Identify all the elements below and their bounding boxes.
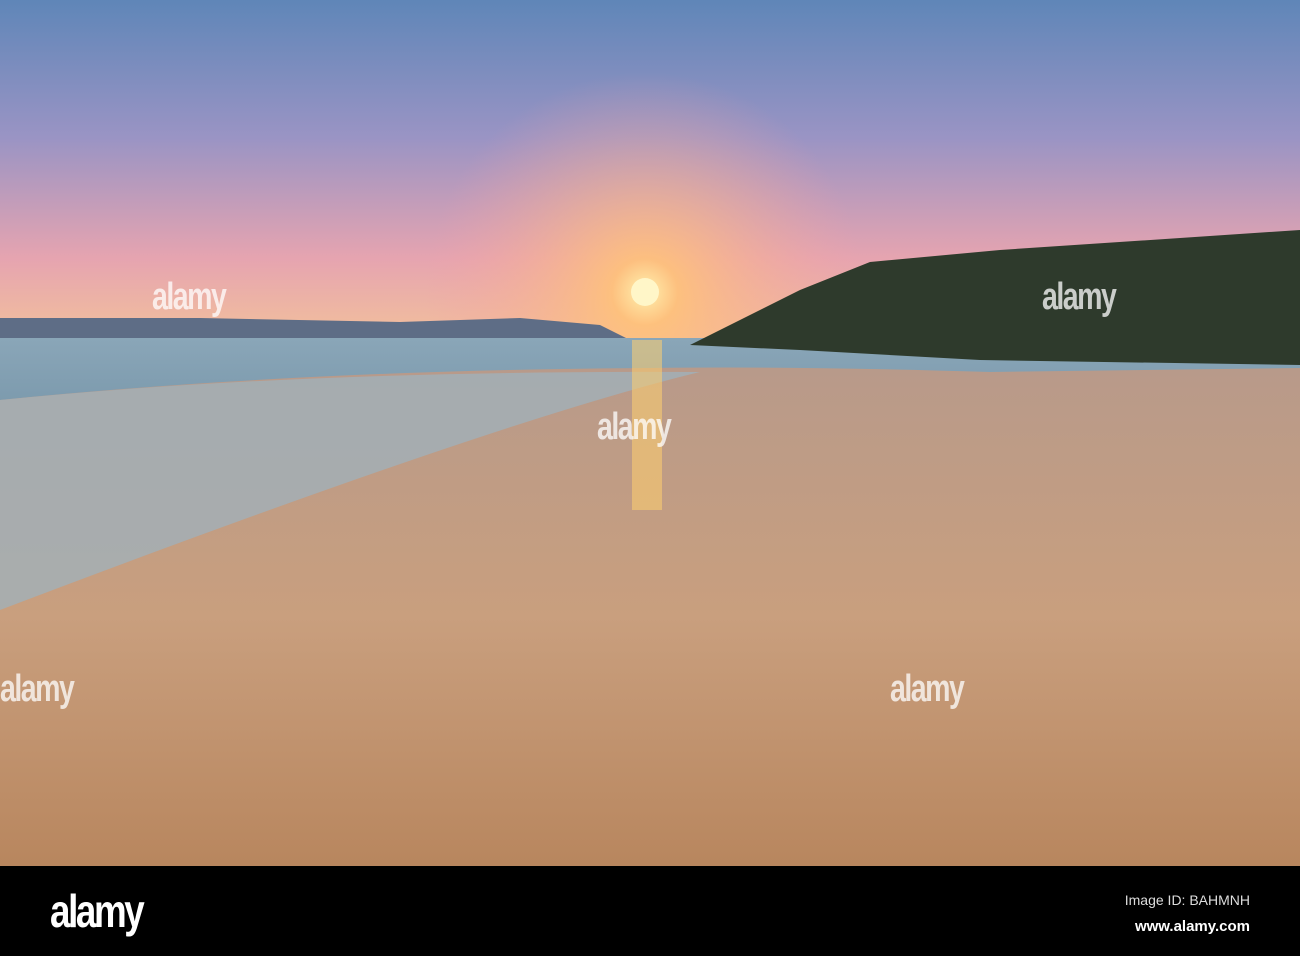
stock-photo-page: alamy alamy alamy alamy alamy alamy Imag… (0, 0, 1300, 956)
distant-headland (0, 318, 630, 340)
watermark: alamy (0, 668, 75, 710)
footer-bar: alamy Image ID: BAHMNH www.alamy.com (0, 866, 1300, 956)
alamy-logo: alamy (50, 885, 145, 937)
sun (631, 278, 659, 306)
watermark: alamy (597, 406, 672, 448)
watermark: alamy (890, 668, 965, 710)
site-url: www.alamy.com (1134, 918, 1250, 935)
watermark: alamy (1042, 276, 1117, 318)
watermark: alamy (152, 276, 227, 318)
image-id: Image ID: BAHMNH (1124, 892, 1250, 908)
